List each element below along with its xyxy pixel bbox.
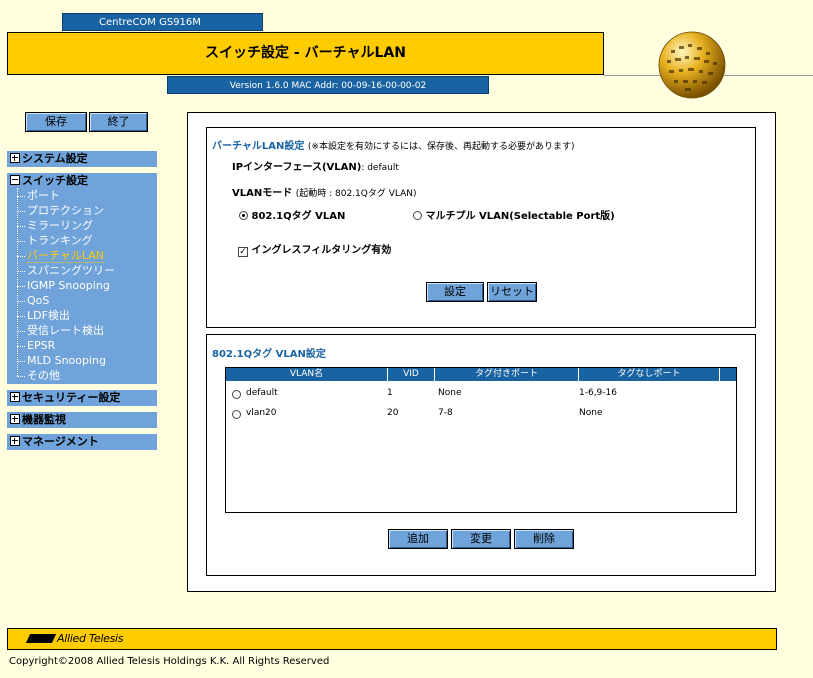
- row-select-radio[interactable]: [232, 390, 241, 399]
- sidebar-item-spanning-tree[interactable]: スパニングツリー: [7, 263, 115, 278]
- sidebar-item-ldf[interactable]: LDF検出: [7, 308, 70, 323]
- sidebar-item-rx-rate[interactable]: 受信レート検出: [7, 323, 104, 338]
- radio-8021q[interactable]: [239, 211, 248, 220]
- copyright-text: Copyright©2008 Allied Telesis Holdings K…: [9, 656, 330, 667]
- switch-settings-submenu: ポート プロテクション ミラーリング トランキング バーチャルLAN スパニング…: [7, 188, 157, 384]
- sidebar-item-virtual-lan[interactable]: バーチャルLAN: [7, 248, 105, 263]
- vlan-settings-title: バーチャルLAN設定 (※本設定を有効にするには、保存後、再起動する必要がありま…: [212, 141, 575, 152]
- sidebar-item-epsr[interactable]: EPSR: [7, 338, 55, 353]
- column-header-spacer: [720, 368, 736, 381]
- table-row[interactable]: vlan20 20 7-8 None: [226, 405, 736, 419]
- column-header: VID: [388, 368, 435, 381]
- globe-logo-icon: [658, 31, 726, 99]
- delete-button[interactable]: 削除: [514, 529, 574, 549]
- edit-button[interactable]: 変更: [451, 529, 511, 549]
- vlan-mode-row: VLANモード (起動時 : 802.1Qタグ VLAN): [232, 188, 417, 199]
- allied-telesis-logo: Allied Telesis: [25, 632, 124, 645]
- table-row[interactable]: default 1 None 1-6,9-16: [226, 385, 736, 399]
- vlan-table: VLAN名 VID タグ付きポート タグなしポート default 1 None…: [225, 367, 737, 513]
- sidebar-item-port[interactable]: ポート: [7, 188, 60, 203]
- set-button[interactable]: 設定: [426, 282, 484, 302]
- sidebar-item-other[interactable]: その他: [7, 368, 60, 383]
- mode-option-multiple[interactable]: マルチプル VLAN(Selectable Port版): [413, 207, 615, 222]
- radio-multiple-vlan[interactable]: [413, 211, 422, 220]
- menu-switch-settings[interactable]: スイッチ設定: [7, 173, 157, 189]
- qtag-title: 802.1Qタグ VLAN設定: [212, 349, 326, 360]
- menu-device-monitor[interactable]: 機器監視: [7, 412, 157, 428]
- menu-system-settings[interactable]: システム設定: [7, 151, 157, 167]
- column-header: タグ付きポート: [435, 368, 579, 381]
- ingress-filter-checkbox[interactable]: ✓: [238, 247, 248, 257]
- model-name: CentreCOM GS916M: [62, 13, 263, 31]
- sidebar-item-mirroring[interactable]: ミラーリング: [7, 218, 93, 233]
- sidebar-item-qos[interactable]: QoS: [7, 293, 49, 308]
- expand-icon: [10, 414, 20, 424]
- sidebar-item-trunking[interactable]: トランキング: [7, 233, 93, 248]
- mode-option-8021q[interactable]: 802.1Qタグ VLAN: [239, 207, 345, 222]
- logo-mark-icon: [25, 634, 57, 643]
- menu-management[interactable]: マネージメント: [7, 434, 157, 450]
- expand-icon: [10, 436, 20, 446]
- expand-icon: [10, 392, 20, 402]
- row-select-radio[interactable]: [232, 410, 241, 419]
- expand-icon: [10, 153, 20, 163]
- page-title: スイッチ設定 - バーチャルLAN: [7, 32, 604, 75]
- version-info: Version 1.6.0 MAC Addr: 00-09-16-00-00-0…: [167, 76, 489, 94]
- sidebar-item-igmp-snooping[interactable]: IGMP Snooping: [7, 278, 110, 293]
- column-header: VLAN名: [226, 368, 388, 381]
- ingress-filter-row[interactable]: ✓ イングレスフィルタリング有効: [238, 241, 391, 257]
- collapse-icon: [10, 175, 20, 185]
- sidebar-item-protection[interactable]: プロテクション: [7, 203, 104, 218]
- reset-button[interactable]: リセット: [487, 282, 537, 302]
- exit-button[interactable]: 終了: [89, 112, 148, 132]
- ip-interface-row: IPインターフェース(VLAN): default: [232, 162, 399, 173]
- sidebar-item-mld-snooping[interactable]: MLD Snooping: [7, 353, 106, 368]
- save-button[interactable]: 保存: [25, 112, 87, 132]
- menu-security-settings[interactable]: セキュリティー設定: [7, 390, 157, 406]
- column-header: タグなしポート: [579, 368, 720, 381]
- add-button[interactable]: 追加: [388, 529, 448, 549]
